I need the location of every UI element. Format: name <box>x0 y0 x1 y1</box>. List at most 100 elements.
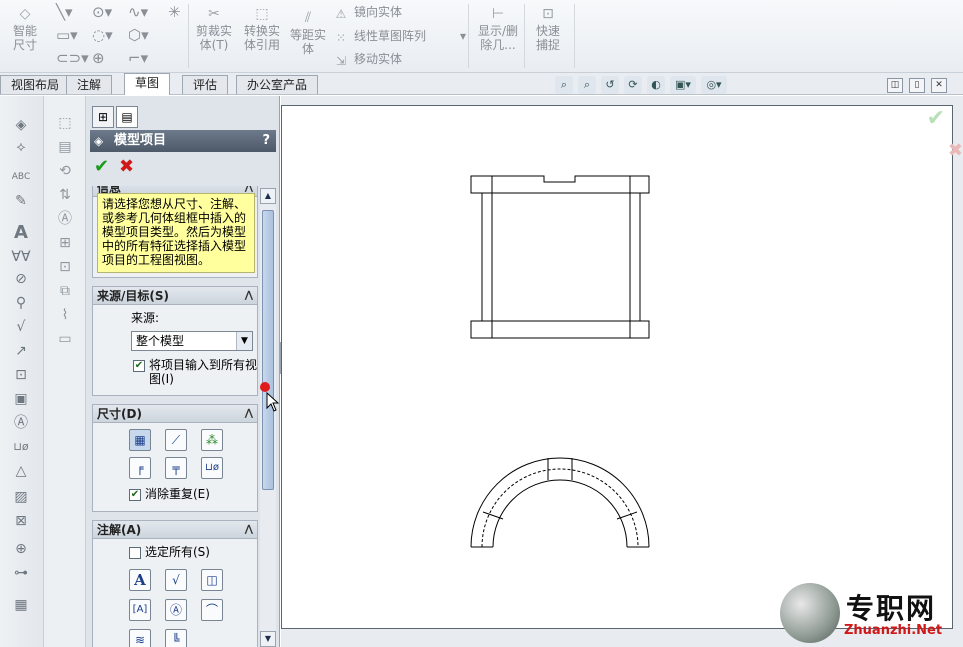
pm-vertical-scrollbar[interactable]: ▲ ▼ <box>260 188 276 647</box>
model-view-icon[interactable]: ⬚ <box>50 112 80 134</box>
collapse-chevron-icon[interactable]: ⋀ <box>245 521 253 539</box>
convert-entities-button[interactable]: ⬚ 转换实体引用 <box>240 6 284 52</box>
break-icon[interactable]: ⧉ <box>50 280 80 302</box>
ellipse-icon[interactable]: ⊕ <box>92 50 105 66</box>
import-all-views-checkbox[interactable]: ✔ <box>133 360 145 372</box>
trim-button[interactable]: ✂ 剪裁实体(T) <box>194 6 234 52</box>
ok-button[interactable]: ✔ <box>94 156 109 177</box>
confirmation-ok-icon[interactable]: ✔ <box>927 106 945 131</box>
caterpillar-button[interactable]: ╚ <box>165 629 187 647</box>
not-marked-dim-button[interactable]: ⟋ <box>165 429 187 451</box>
tab-sketch[interactable]: 草图 <box>124 73 171 95</box>
point-icon[interactable]: ✳ <box>168 4 181 20</box>
geometric-tolerance-button[interactable]: ◫ <box>201 569 223 591</box>
center-mark-icon[interactable]: ⊕ <box>6 538 36 560</box>
tab-evaluate[interactable]: 评估 <box>182 75 229 94</box>
display-delete-relations-button[interactable]: ⊢ 显示/删除几... <box>474 6 522 52</box>
mirror-entities-button[interactable]: ⚠ 镜向实体 <box>334 4 402 21</box>
surface-finish-button[interactable]: √ <box>165 569 187 591</box>
previous-view-icon[interactable]: ↺ <box>601 76 619 94</box>
hole-callout-icon[interactable]: ⊡ <box>6 364 36 386</box>
geometric-tolerance-icon[interactable]: ▣ <box>6 388 36 410</box>
spline-icon[interactable]: ∿▾ <box>128 4 148 20</box>
linear-pattern-dropdown[interactable]: ▾ <box>460 28 466 44</box>
dimensions-header[interactable]: 尺寸(D) ⋀ <box>93 405 257 423</box>
cancel-button[interactable]: ✖ <box>119 156 134 177</box>
notes-button[interactable]: A <box>129 569 151 591</box>
source-destination-header[interactable]: 来源/目标(S) ⋀ <box>93 287 257 305</box>
format-painter-icon[interactable]: ✎ <box>6 190 36 212</box>
alternate-position-icon[interactable]: ▭ <box>50 328 80 350</box>
view-settings-icon[interactable]: ◎▾ <box>701 76 727 94</box>
confirmation-cancel-icon[interactable]: ✖ <box>948 140 963 161</box>
surface-finish-icon[interactable]: √ <box>6 316 36 338</box>
marked-for-drawing-dim-button[interactable]: ▦ <box>129 429 151 451</box>
cosmetic-thread-button[interactable]: ≋ <box>129 629 151 647</box>
broken-out-section-icon[interactable]: ⊡ <box>50 256 80 278</box>
drawing-sheet[interactable] <box>281 105 953 629</box>
line-icon[interactable]: ╲▾ <box>56 4 73 20</box>
tile-icon[interactable]: ▯ <box>909 78 925 93</box>
property-manager-tab[interactable]: ▤ <box>116 106 138 128</box>
smart-dimension-button[interactable]: ◇ 智能尺寸 <box>4 6 46 52</box>
select-all-checkbox[interactable] <box>129 547 141 559</box>
display-style-icon[interactable]: ▣▾ <box>670 76 696 94</box>
datum-target-button[interactable]: Ⓐ <box>165 599 187 621</box>
scroll-down-icon[interactable]: ▼ <box>260 631 276 647</box>
circle-icon[interactable]: ⊙▾ <box>92 4 112 20</box>
tab-annotation[interactable]: 注解 <box>66 75 113 94</box>
slot-icon[interactable]: ⊂⊃▾ <box>56 50 89 66</box>
collapse-chevron-icon[interactable]: ⋀ <box>245 287 253 305</box>
crop-view-icon[interactable]: ⌇ <box>50 304 80 326</box>
datum-target-icon[interactable]: ⊔ø <box>6 436 36 458</box>
table-icon[interactable]: ▦ <box>6 594 36 616</box>
zoom-to-area-icon[interactable]: ⌕ <box>578 76 596 94</box>
hole-wizard-locations-button[interactable]: ⊔ø <box>201 457 223 479</box>
note-icon[interactable]: A <box>6 222 36 244</box>
arc-icon[interactable]: ◌▾ <box>92 27 113 43</box>
hole-wizard-profile-button[interactable]: ╤ <box>165 457 187 479</box>
scroll-thumb[interactable] <box>262 210 274 490</box>
polygon-icon[interactable]: ⬡▾ <box>128 27 149 43</box>
balloon-icon[interactable]: ⊘ <box>6 268 36 290</box>
area-hatch-icon[interactable]: ▨ <box>6 486 36 508</box>
smart-dimension-icon[interactable]: ◈ <box>6 114 36 136</box>
zoom-to-fit-icon[interactable]: ⌕ <box>555 76 573 94</box>
feature-tree-tab[interactable]: ⊞ <box>92 106 114 128</box>
annotations-header[interactable]: 注解(A) ⋀ <box>93 521 257 539</box>
chevron-down-icon[interactable]: ▼ <box>236 332 252 350</box>
section-view-icon[interactable]: ⇅ <box>50 184 80 206</box>
tolerance-dim-button[interactable]: ╒ <box>129 457 151 479</box>
auto-balloon-icon[interactable]: ⚲ <box>6 292 36 314</box>
datum-feature-icon[interactable]: Ⓐ <box>6 412 36 434</box>
rebuild-icon[interactable]: ⟳ <box>624 76 642 94</box>
detail-view-icon[interactable]: Ⓐ <box>50 208 80 230</box>
source-select[interactable]: 整个模型 ▼ <box>131 331 253 351</box>
centerline-icon[interactable]: ⊶ <box>6 562 36 584</box>
weld-symbol-icon[interactable]: ↗ <box>6 340 36 362</box>
help-button[interactable]: ? <box>262 130 270 152</box>
auxiliary-view-icon[interactable]: ⟲ <box>50 160 80 182</box>
instance-count-button[interactable]: ⁂ <box>201 429 223 451</box>
move-entities-button[interactable]: ⇲ 移动实体 <box>334 51 402 68</box>
model-items-icon[interactable]: ⟡ <box>6 136 36 158</box>
quick-snaps-button[interactable]: ⊡ 快速捕捉 <box>528 6 568 52</box>
offset-entities-button[interactable]: ⫽ 等距实体 <box>288 10 328 56</box>
tab-view-layout[interactable]: 视图布局 <box>0 75 71 94</box>
spell-check-icon[interactable]: ABC <box>6 166 36 188</box>
fillet-icon[interactable]: ⌐▾ <box>128 50 148 66</box>
linear-note-pattern-icon[interactable]: ⱯⱯ <box>6 246 36 268</box>
collapse-chevron-icon[interactable]: ⋀ <box>245 405 253 423</box>
rectangle-icon[interactable]: ▭▾ <box>56 27 78 43</box>
restore-icon[interactable]: ◫ <box>887 78 903 93</box>
projected-view-icon[interactable]: ▤ <box>50 136 80 158</box>
datum-button[interactable]: [A] <box>129 599 151 621</box>
close-icon[interactable]: ✕ <box>931 78 947 93</box>
weld-symbol-button[interactable]: ⌒ <box>201 599 223 621</box>
scroll-up-icon[interactable]: ▲ <box>260 188 276 204</box>
hide-show-icon[interactable]: ◐ <box>647 76 665 94</box>
tab-office-products[interactable]: 办公室产品 <box>236 75 319 94</box>
revision-symbol-icon[interactable]: △ <box>6 460 36 482</box>
standard-views-icon[interactable]: ⊞ <box>50 232 80 254</box>
block-icon[interactable]: ⊠ <box>6 510 36 532</box>
